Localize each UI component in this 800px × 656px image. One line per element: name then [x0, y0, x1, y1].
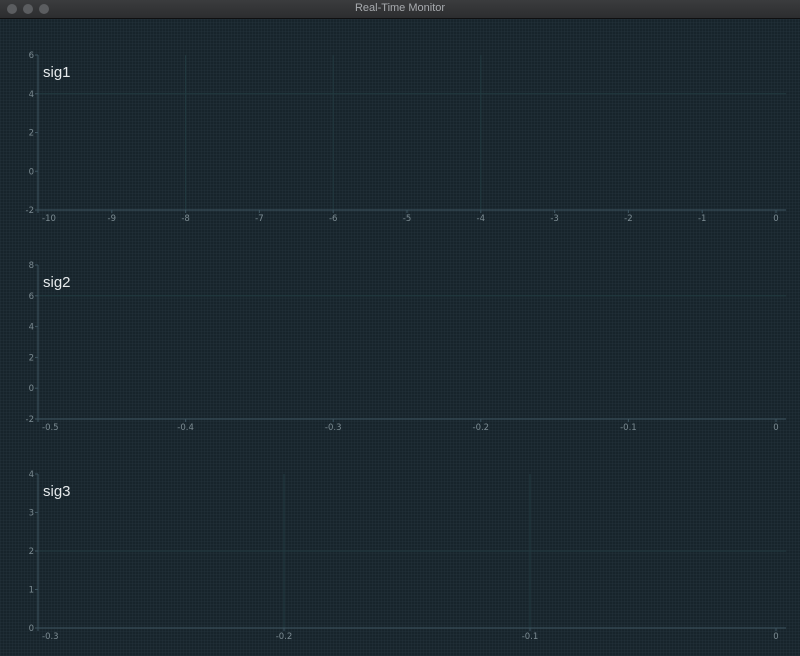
plot-2-x-tick-label: -0.5	[42, 423, 59, 433]
plot-3-y-tick-label: 3	[29, 509, 34, 519]
plot-3-y-tick-label: 2	[29, 547, 34, 557]
plot-2-x-tick-label: -0.1	[620, 423, 637, 433]
plot-3-x-tick-label: -0.2	[276, 632, 293, 642]
plot-1-x-tick-label: -4	[477, 214, 485, 224]
plot-3-y-tick-label: 1	[29, 586, 34, 596]
plot-1-x-tick-label: -2	[624, 214, 632, 224]
plot-1-y-tick-label: 2	[29, 129, 34, 139]
plot-2-series-label: sig2	[43, 274, 71, 291]
plot-3-y-tick-label: 0	[29, 624, 34, 634]
plot-1-x-tick-label: -7	[255, 214, 263, 224]
plot-1-x-tick-label: -3	[550, 214, 558, 224]
signal-plots: -20246-10 -9 -8 -7 -6 -5 -4 -3 -2 -1 0sig1-202468-…	[26, 51, 786, 642]
app-window: Real-Time Monitor -2 0 2 4 6 -10 -9 -8 -7 -6 -5 -4-…	[0, 0, 800, 656]
plot-3-series-label: sig3	[43, 483, 71, 500]
plot-1-x-tick-label: -1	[698, 214, 706, 224]
plot-2-y-tick-label: -2	[26, 415, 34, 425]
plot-1-y-tick-label: 0	[29, 167, 34, 177]
plot-2-y-tick-label: 4	[29, 323, 34, 333]
title-bar[interactable]: Real-Time Monitor	[0, 0, 800, 19]
plot-2-x-tick-label: -0.2	[473, 423, 490, 433]
plot-2-y-tick-label: 8	[29, 261, 34, 271]
plot-2-y-tick-label: 2	[29, 353, 34, 363]
plot-1-x-tick-label: -8	[181, 214, 189, 224]
plot-1-y-tick-label: -2	[26, 206, 34, 216]
plot-1-y-tick-label: 6	[29, 51, 34, 61]
plot-1-x-tick-label: -9	[108, 214, 116, 224]
plot-3-x-tick-label: 0	[773, 632, 778, 642]
plot-1-x-tick-label: 0	[773, 214, 778, 224]
plot-3-y-tick-label: 4	[29, 470, 34, 480]
plot-2-x-tick-label: -0.3	[325, 423, 342, 433]
plot-2-y-tick-label: 0	[29, 384, 34, 394]
plot-3-x-tick-label: -0.3	[42, 632, 59, 642]
plot-1-x-tick-label: -10	[42, 214, 56, 224]
window-title: Real-Time Monitor	[354, 2, 446, 14]
plot-2-x-tick-label: -0.4	[177, 423, 194, 433]
plot-2-x-tick-label: 0	[773, 423, 778, 433]
plot-2-y-tick-label: 6	[29, 292, 34, 302]
plot-1-y-tick-label: 4	[29, 90, 34, 100]
plot-3-x-tick-label: -0.1	[522, 632, 539, 642]
plot-1-x-tick-label: -6	[329, 214, 337, 224]
plot-1-x-tick-label: -5	[403, 214, 411, 224]
plot-1-series-label: sig1	[43, 64, 71, 81]
plot-area: -2 0 2 4 6 -10 -9 -8 -7 -6 -5 -4 -3 -2 -1 0 sig1 -2 0 2 4 6 8-…	[0, 19, 800, 656]
